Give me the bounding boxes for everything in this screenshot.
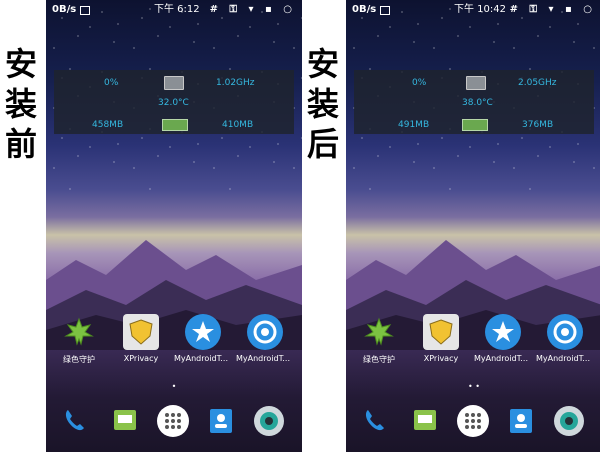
phone-screen-before: 0B/s 下午 6:12 # ⚿ ▾ ▪ ○ 0% 1.02GHz 32.0°C… bbox=[46, 0, 302, 452]
label-char: 安 bbox=[4, 45, 37, 83]
net-speed: 0B/s bbox=[352, 4, 377, 15]
app-label: 绿色守护 bbox=[363, 355, 395, 364]
app-label: XPrivacy bbox=[423, 354, 459, 363]
aperture-icon bbox=[247, 314, 283, 350]
ram-chip-icon bbox=[462, 119, 488, 131]
contacts-icon[interactable] bbox=[204, 404, 238, 438]
app-label: MyAndroidToo… bbox=[536, 354, 594, 363]
app-myandroidtools-1[interactable]: MyAndroidToo… bbox=[474, 314, 532, 363]
net-speed: 0B/s bbox=[52, 4, 77, 15]
messaging-icon[interactable] bbox=[408, 404, 442, 438]
clock: 下午 6:12 bbox=[154, 4, 200, 15]
status-icons: # ⚿ ▾ ▪ ○ bbox=[209, 4, 296, 15]
app-myandroidtools-1[interactable]: MyAndroidToo… bbox=[174, 314, 232, 363]
label-before: 安 装 前 bbox=[0, 44, 42, 164]
privacy-shield-icon bbox=[123, 314, 159, 350]
cpu-chip-icon bbox=[164, 76, 184, 90]
ram-chip-icon bbox=[162, 119, 188, 131]
phone-icon[interactable] bbox=[358, 404, 392, 438]
cpu-temperature: 38.0°C bbox=[462, 98, 493, 108]
phone-screen-after: 0B/s 下午 10:42 # ⚿ ▾ ▪ ○ 0% 2.05GHz 38.0°… bbox=[346, 0, 600, 452]
messaging-icon[interactable] bbox=[108, 404, 142, 438]
cpu-chip-icon bbox=[466, 76, 486, 90]
page-indicator: • bbox=[171, 382, 177, 391]
gear-star-icon bbox=[485, 314, 521, 350]
cpu-usage: 0% bbox=[412, 78, 427, 88]
cpu-frequency: 1.02GHz bbox=[216, 78, 255, 88]
maple-leaf-icon bbox=[361, 314, 397, 350]
app-drawer-icon[interactable] bbox=[456, 404, 490, 438]
phone-icon[interactable] bbox=[58, 404, 92, 438]
aperture-icon bbox=[547, 314, 583, 350]
image-notification-icon bbox=[380, 6, 390, 15]
clock: 下午 10:42 bbox=[454, 4, 506, 15]
app-label: MyAndroidToo… bbox=[474, 354, 532, 363]
cpu-frequency: 2.05GHz bbox=[518, 78, 557, 88]
app-label: 绿色守护 bbox=[63, 355, 95, 364]
camera-icon[interactable] bbox=[552, 404, 586, 438]
status-icons: # ⚿ ▾ ▪ ○ bbox=[509, 4, 596, 15]
app-label: MyAndroidToo… bbox=[174, 354, 232, 363]
app-drawer-icon[interactable] bbox=[156, 404, 190, 438]
app-greenify[interactable]: 绿色守护 bbox=[50, 314, 108, 365]
privacy-shield-icon bbox=[423, 314, 459, 350]
memory-free: 376MB bbox=[522, 120, 554, 130]
memory-free: 410MB bbox=[222, 120, 254, 130]
label-char: 前 bbox=[4, 125, 37, 163]
contacts-icon[interactable] bbox=[504, 404, 538, 438]
system-monitor-widget[interactable]: 0% 1.02GHz 32.0°C 458MB 410MB bbox=[54, 70, 294, 134]
camera-icon[interactable] bbox=[252, 404, 286, 438]
memory-used: 491MB bbox=[398, 120, 430, 130]
system-monitor-widget[interactable]: 0% 2.05GHz 38.0°C 491MB 376MB bbox=[354, 70, 594, 134]
label-char: 装 bbox=[4, 85, 37, 123]
maple-leaf-icon bbox=[61, 314, 97, 350]
label-after: 安 装 后 bbox=[302, 44, 344, 164]
cpu-temperature: 32.0°C bbox=[158, 98, 189, 108]
dock bbox=[346, 400, 600, 444]
label-char: 安 bbox=[306, 45, 339, 83]
app-label: XPrivacy bbox=[123, 354, 159, 363]
app-xprivacy[interactable]: XPrivacy bbox=[412, 314, 470, 363]
status-bar: 0B/s 下午 10:42 # ⚿ ▾ ▪ ○ bbox=[346, 0, 600, 20]
app-greenify[interactable]: 绿色守护 bbox=[350, 314, 408, 365]
status-bar: 0B/s 下午 6:12 # ⚿ ▾ ▪ ○ bbox=[46, 0, 302, 20]
app-myandroidtools-2[interactable]: MyAndroidToo… bbox=[536, 314, 594, 363]
app-xprivacy[interactable]: XPrivacy bbox=[112, 314, 170, 363]
page-indicator: • • bbox=[468, 382, 480, 391]
label-char: 装 bbox=[306, 85, 339, 123]
gear-star-icon bbox=[185, 314, 221, 350]
dock bbox=[46, 400, 302, 444]
memory-used: 458MB bbox=[92, 120, 124, 130]
cpu-usage: 0% bbox=[104, 78, 119, 88]
label-char: 后 bbox=[306, 125, 339, 163]
app-label: MyAndroidToo… bbox=[236, 354, 294, 363]
app-myandroidtools-2[interactable]: MyAndroidToo… bbox=[236, 314, 294, 363]
image-notification-icon bbox=[80, 6, 90, 15]
